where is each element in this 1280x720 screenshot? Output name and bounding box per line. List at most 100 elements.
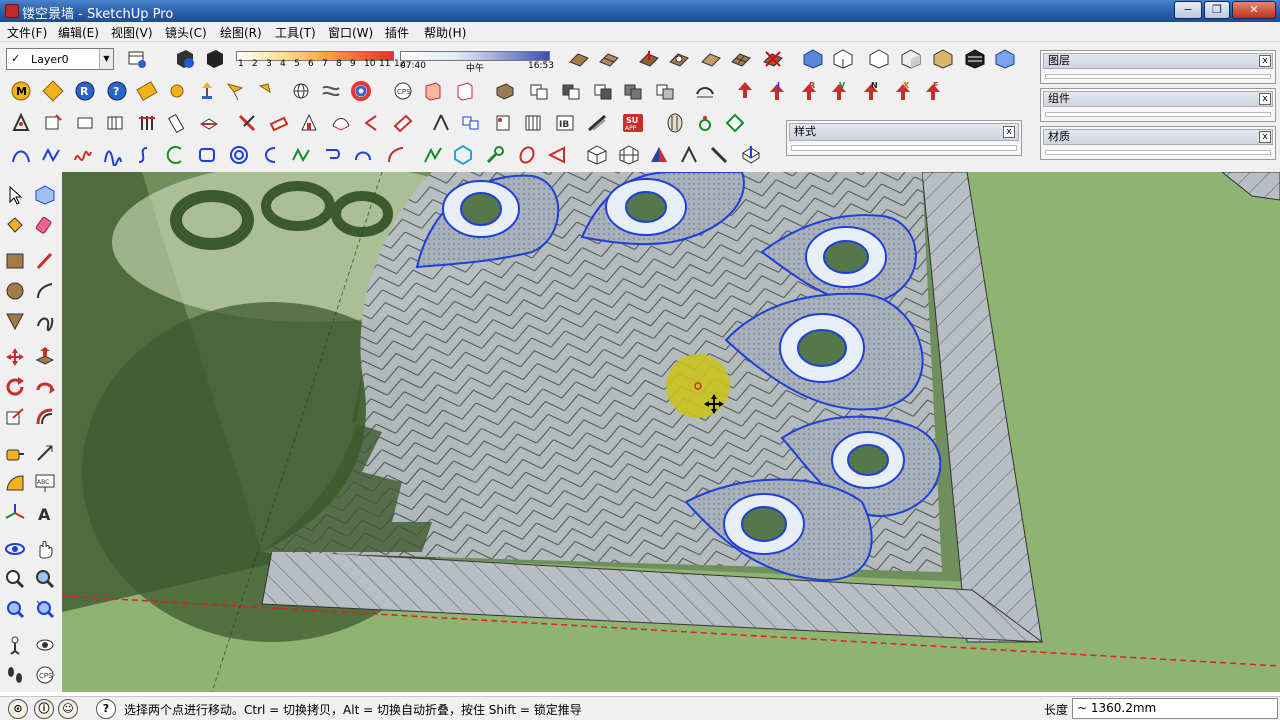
color-wheel-icon[interactable] bbox=[348, 78, 374, 104]
plugin-text-icon[interactable] bbox=[134, 78, 160, 104]
sandbox-add-detail-icon[interactable] bbox=[728, 46, 754, 72]
tray-materials-panel[interactable]: 材质 x bbox=[1040, 126, 1276, 160]
sandbox-stamp-icon[interactable] bbox=[666, 46, 692, 72]
view-iso-icon[interactable] bbox=[800, 46, 826, 72]
solid-cube-icon[interactable] bbox=[584, 142, 610, 168]
user-icon[interactable]: ☺ bbox=[58, 699, 78, 719]
tray-components-title[interactable]: 组件 bbox=[1043, 91, 1273, 107]
eraser-icon[interactable] bbox=[32, 212, 58, 238]
section-plane-icon[interactable]: CPS bbox=[390, 78, 416, 104]
menu-window[interactable]: 窗口(W) bbox=[328, 24, 373, 41]
knife-icon[interactable] bbox=[706, 142, 732, 168]
curve-freehand-icon[interactable] bbox=[70, 142, 96, 168]
measurements-input[interactable]: ~ 1360.2mm bbox=[1072, 698, 1278, 719]
sector-icon[interactable] bbox=[544, 142, 570, 168]
text-tool-icon[interactable]: ABC bbox=[32, 470, 58, 496]
plugin-tag-icon[interactable] bbox=[40, 78, 66, 104]
styles-panel[interactable]: 样式 x bbox=[786, 120, 1022, 156]
close-icon[interactable]: x bbox=[1259, 131, 1271, 143]
pencil-icon[interactable] bbox=[32, 248, 58, 274]
tool-m-icon[interactable] bbox=[390, 110, 416, 136]
protractor-icon[interactable] bbox=[2, 470, 28, 496]
freehand-icon[interactable] bbox=[32, 308, 58, 334]
make-component-icon[interactable] bbox=[32, 182, 58, 208]
curve-bend-icon[interactable] bbox=[350, 142, 376, 168]
tool-q-icon[interactable] bbox=[520, 110, 546, 136]
3d-text-icon[interactable]: A bbox=[32, 500, 58, 526]
boolean-trim-icon[interactable] bbox=[620, 78, 646, 104]
zoom-window-icon[interactable] bbox=[32, 566, 58, 592]
su-app-icon[interactable]: SU APP bbox=[620, 110, 646, 136]
fog-icon[interactable] bbox=[318, 78, 344, 104]
help-icon[interactable]: ? bbox=[104, 78, 130, 104]
position-camera-icon[interactable] bbox=[2, 632, 28, 658]
tool-j-icon[interactable] bbox=[296, 110, 322, 136]
3d-viewport[interactable] bbox=[62, 172, 1280, 692]
grid-box-icon[interactable] bbox=[738, 142, 764, 168]
tool-o-icon[interactable] bbox=[458, 110, 484, 136]
scale-icon[interactable] bbox=[2, 404, 28, 430]
view-monochrome-icon[interactable] bbox=[962, 46, 988, 72]
orange-box-outline-icon[interactable] bbox=[452, 78, 478, 104]
help-icon[interactable]: ? bbox=[96, 699, 116, 719]
push-pull-icon[interactable] bbox=[32, 344, 58, 370]
tool-t-icon[interactable] bbox=[662, 110, 688, 136]
menu-view[interactable]: 视图(V) bbox=[111, 24, 153, 41]
shadow-time-slider[interactable] bbox=[400, 51, 550, 61]
pan-hand-icon[interactable] bbox=[32, 536, 58, 562]
tool-h-icon[interactable] bbox=[234, 110, 260, 136]
tool-v-icon[interactable] bbox=[722, 110, 748, 136]
tool-d-icon[interactable] bbox=[102, 110, 128, 136]
paint-bucket-icon[interactable] bbox=[2, 212, 28, 238]
close-icon[interactable]: x bbox=[1259, 55, 1271, 67]
move-icon[interactable] bbox=[2, 344, 28, 370]
tool-f-icon[interactable] bbox=[164, 110, 190, 136]
rectangle-icon[interactable] bbox=[2, 248, 28, 274]
close-button[interactable]: ✕ bbox=[1232, 1, 1276, 19]
credits-icon[interactable]: ⓘ bbox=[34, 699, 54, 719]
plugin-ax-icon[interactable]: X bbox=[890, 78, 916, 104]
orbit-icon[interactable] bbox=[2, 536, 28, 562]
menu-draw[interactable]: 绘图(R) bbox=[220, 24, 262, 41]
menu-edit[interactable]: 编辑(E) bbox=[58, 24, 99, 41]
rotate-icon[interactable] bbox=[2, 374, 28, 400]
circle-icon[interactable] bbox=[2, 278, 28, 304]
tray-layers-title[interactable]: 图层 bbox=[1043, 53, 1273, 69]
tool-r-icon[interactable]: IB bbox=[552, 110, 578, 136]
boolean-intersect-icon[interactable] bbox=[590, 78, 616, 104]
walk-footprints-icon[interactable] bbox=[2, 662, 28, 688]
sphere-icon[interactable] bbox=[164, 78, 190, 104]
close-icon[interactable]: x bbox=[1003, 126, 1015, 138]
view-xray-icon[interactable] bbox=[992, 46, 1018, 72]
sandbox-smoove-icon[interactable] bbox=[636, 46, 662, 72]
previous-view-icon[interactable] bbox=[2, 596, 28, 622]
restore-button[interactable]: ❐ bbox=[1204, 1, 1230, 19]
tool-b-icon[interactable] bbox=[40, 110, 66, 136]
menu-file[interactable]: 文件(F) bbox=[7, 24, 47, 41]
plugin-m-icon[interactable]: M bbox=[8, 78, 34, 104]
section-plane-tool-icon[interactable]: CPS bbox=[32, 662, 58, 688]
rounded-rect-icon[interactable] bbox=[194, 142, 220, 168]
spotlight-icon[interactable] bbox=[252, 78, 278, 104]
outer-shell-icon[interactable] bbox=[692, 78, 718, 104]
curve-arc-icon[interactable] bbox=[8, 142, 34, 168]
curve-red-arc-icon[interactable] bbox=[382, 142, 408, 168]
tool-u-icon[interactable] bbox=[692, 110, 718, 136]
polygon-tool-icon[interactable] bbox=[2, 308, 28, 334]
view-shaded-textures-icon[interactable] bbox=[930, 46, 956, 72]
tray-layers-panel[interactable]: 图层 x bbox=[1040, 50, 1276, 84]
dimension-icon[interactable] bbox=[32, 440, 58, 466]
boolean-subtract-icon[interactable] bbox=[558, 78, 584, 104]
tool-a-icon[interactable] bbox=[8, 110, 34, 136]
axes-icon[interactable] bbox=[2, 500, 28, 526]
group-icon[interactable] bbox=[492, 78, 518, 104]
curve-return-icon[interactable] bbox=[320, 142, 346, 168]
follow-me-icon[interactable] bbox=[32, 374, 58, 400]
sandbox-scratch-icon[interactable] bbox=[596, 46, 622, 72]
boolean-union-icon[interactable] bbox=[526, 78, 552, 104]
mesh-cube-icon[interactable] bbox=[616, 142, 642, 168]
curve-zigzag-icon[interactable] bbox=[288, 142, 314, 168]
menu-help[interactable]: 帮助(H) bbox=[424, 24, 466, 41]
ellipse-icon[interactable] bbox=[514, 142, 540, 168]
plugin-ar-icon[interactable]: R bbox=[796, 78, 822, 104]
